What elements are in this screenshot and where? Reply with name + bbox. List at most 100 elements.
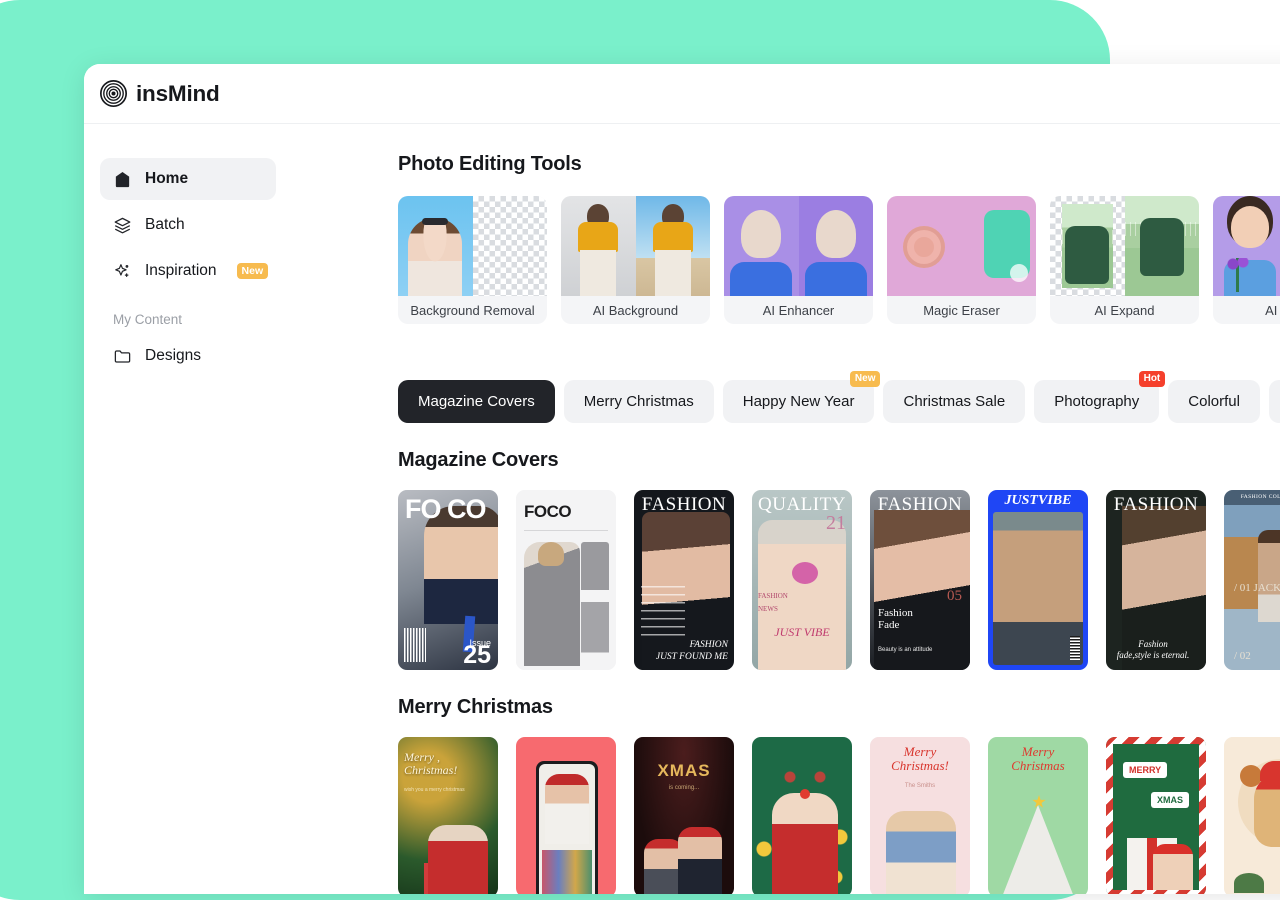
tab-happy-new-year[interactable]: Happy New Year New bbox=[722, 371, 881, 423]
template-card[interactable]: FOCO bbox=[516, 490, 616, 670]
template-card[interactable] bbox=[516, 737, 616, 894]
tool-thumbnail bbox=[398, 196, 547, 296]
section-heading: Merry Christmas bbox=[398, 696, 553, 718]
template-card[interactable]: JUSTVIBE bbox=[988, 490, 1088, 670]
template-small: Beauty is an attitude bbox=[878, 647, 933, 654]
template-card[interactable]: Merry Christmas bbox=[988, 737, 1088, 894]
template-footer: JUST VIBE bbox=[774, 625, 830, 639]
tool-card-ai-expand[interactable]: AI Expand bbox=[1050, 196, 1199, 324]
template-line-2: / 02 bbox=[1234, 650, 1251, 662]
tool-card-background-removal[interactable]: Background Removal bbox=[398, 196, 547, 324]
template-line-2: NEWS bbox=[758, 605, 778, 614]
template-title: FASHION COLLECTION bbox=[1240, 494, 1280, 500]
template-title: XMAS bbox=[657, 761, 711, 780]
template-line-1: Merry bbox=[903, 744, 937, 759]
brand-logo-group[interactable]: insMind bbox=[100, 80, 220, 107]
tab-label: Colorful bbox=[1188, 393, 1240, 410]
tab-christmas-sale[interactable]: Christmas Sale bbox=[883, 380, 1026, 423]
section-merry-christmas: Merry Christmas Merry , Christmas! wish … bbox=[398, 696, 1280, 894]
template-title: FASHION bbox=[877, 494, 963, 515]
tool-thumbnail bbox=[724, 196, 873, 296]
template-title: FASHION bbox=[1113, 494, 1199, 515]
template-card[interactable]: FASHION COLLECTION / 01 JACKET / 02 bbox=[1224, 490, 1280, 670]
template-card[interactable]: FASHION FASHION JUST FOUND ME bbox=[634, 490, 734, 670]
template-big-1: Fashion bbox=[878, 606, 913, 619]
template-line-1: Merry bbox=[1021, 744, 1055, 759]
tab-label: Happy New Year bbox=[742, 393, 855, 410]
sidebar-item-label: Inspiration bbox=[145, 262, 217, 279]
layers-icon bbox=[113, 216, 132, 235]
sidebar-item-home[interactable]: Home bbox=[100, 158, 276, 200]
template-line-2: Christmas! bbox=[891, 757, 949, 773]
template-card[interactable]: MERRY XMAS bbox=[1106, 737, 1206, 894]
tool-card-ai-enhancer[interactable]: AI Enhancer bbox=[724, 196, 873, 324]
template-card[interactable]: QUALITY 21 FASHION NEWS JUST VIBE bbox=[752, 490, 852, 670]
tab-new-badge: New bbox=[849, 371, 881, 387]
tab-magazine-covers[interactable]: Magazine Covers bbox=[398, 380, 555, 423]
template-card[interactable]: Merry Christmas! The Smiths bbox=[870, 737, 970, 894]
home-icon bbox=[113, 170, 132, 189]
template-sub: The Smiths bbox=[904, 783, 936, 789]
template-row: Merry , Christmas! wish you a merry chri… bbox=[398, 737, 1280, 894]
template-number: 05 bbox=[947, 588, 962, 604]
template-line-1: Merry , bbox=[404, 750, 440, 764]
sidebar: Home Batch Inspiration New My Content De… bbox=[84, 125, 292, 894]
photo-editing-tools-row: Background Removal AI Background AI Enha… bbox=[398, 196, 1280, 324]
concentric-circles-logo-icon bbox=[100, 80, 127, 107]
sidebar-item-label: Home bbox=[145, 170, 189, 187]
tab-merry-christmas[interactable]: Merry Christmas bbox=[563, 380, 714, 423]
section-heading: Magazine Covers bbox=[398, 449, 559, 471]
main-content: Photo Editing Tools Background Removal A… bbox=[292, 125, 1280, 894]
folder-icon bbox=[113, 347, 132, 366]
tab-label: Christmas Sale bbox=[903, 393, 1006, 410]
sidebar-item-inspiration[interactable]: Inspiration New bbox=[100, 250, 276, 292]
tab-colorful[interactable]: Colorful bbox=[1168, 380, 1260, 423]
template-bubble-2: XMAS bbox=[1150, 792, 1189, 808]
template-card[interactable]: FASHION Fashion fade,style is eternal. bbox=[1106, 490, 1206, 670]
template-title: FASHION bbox=[641, 494, 727, 515]
template-line-2: Christmas bbox=[1011, 757, 1065, 773]
template-big-2: Fade bbox=[878, 619, 900, 632]
template-title: FOCO bbox=[524, 502, 572, 521]
sparkle-icon bbox=[113, 262, 132, 281]
tool-label: AI Expand bbox=[1094, 302, 1155, 318]
template-card[interactable]: Merry , Christmas! wish you a merry chri… bbox=[398, 737, 498, 894]
tab-label: Photography bbox=[1054, 393, 1140, 410]
template-footer-2: JUST FOUND ME bbox=[655, 652, 728, 663]
sidebar-item-label: Designs bbox=[145, 347, 201, 364]
tool-card-ai-background[interactable]: AI Background bbox=[561, 196, 710, 324]
template-card[interactable] bbox=[752, 737, 852, 894]
template-card[interactable]: FASHION 05 Fashion Fade Beauty is an att… bbox=[870, 490, 970, 670]
tool-label: Background Removal bbox=[410, 302, 535, 318]
sidebar-item-label: Batch bbox=[145, 216, 185, 233]
tool-card-ai-filter[interactable]: AI Filter bbox=[1213, 196, 1280, 324]
tab-label: Merry Christmas bbox=[583, 393, 694, 410]
template-title: FO CO bbox=[405, 494, 486, 524]
template-footer-1: Fashion bbox=[1138, 638, 1168, 649]
photo-editing-tools-heading: Photo Editing Tools bbox=[398, 153, 582, 175]
sidebar-new-badge: New bbox=[236, 263, 269, 279]
template-card[interactable] bbox=[1224, 737, 1280, 894]
sidebar-item-batch[interactable]: Batch bbox=[100, 204, 276, 246]
tool-label: AI Filter bbox=[1265, 302, 1280, 318]
template-number: 21 bbox=[826, 512, 846, 534]
tool-thumbnail bbox=[1213, 196, 1280, 296]
template-card[interactable]: FO CO Issue 25 bbox=[398, 490, 498, 670]
template-line-1: FASHION bbox=[758, 592, 788, 600]
tool-card-magic-eraser[interactable]: Magic Eraser bbox=[887, 196, 1036, 324]
template-bubble-1: MERRY bbox=[1123, 762, 1168, 778]
category-tabs: Magazine Covers Merry Christmas Happy Ne… bbox=[398, 368, 1280, 423]
template-footer-2: fade,style is eternal. bbox=[1116, 650, 1190, 661]
tab-hot-badge: Hot bbox=[1138, 371, 1166, 387]
template-issue-number: 25 bbox=[463, 641, 491, 669]
tab-label: Magazine Covers bbox=[418, 393, 535, 410]
template-footer-1: FASHION bbox=[689, 640, 728, 651]
tab-collage[interactable]: Collage bbox=[1268, 380, 1280, 423]
sidebar-section-title: My Content bbox=[113, 312, 183, 327]
template-card[interactable]: XMAS is coming... bbox=[634, 737, 734, 894]
template-title: JUSTVIBE bbox=[1004, 493, 1072, 508]
tab-photography[interactable]: Photography Hot bbox=[1034, 371, 1166, 423]
top-bar: insMind bbox=[84, 64, 1280, 124]
sidebar-item-designs[interactable]: Designs bbox=[100, 335, 276, 377]
template-row: FO CO Issue 25 FOCO FASHION FASHION JUST… bbox=[398, 490, 1280, 670]
